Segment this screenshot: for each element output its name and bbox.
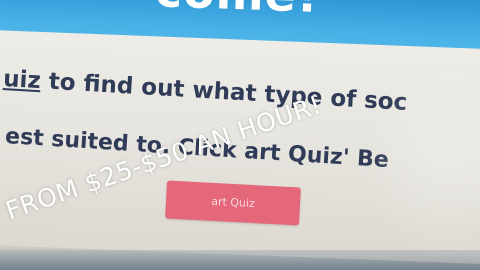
photo-of-monitor: come! uiz to find out what type of soc e… — [0, 0, 480, 270]
start-quiz-button[interactable]: art Quiz — [165, 180, 301, 226]
monitor-bezel — [0, 250, 480, 270]
screen-glare — [360, 60, 480, 260]
quiz-link[interactable]: uiz — [2, 66, 41, 94]
start-quiz-button-label: art Quiz — [210, 194, 256, 211]
